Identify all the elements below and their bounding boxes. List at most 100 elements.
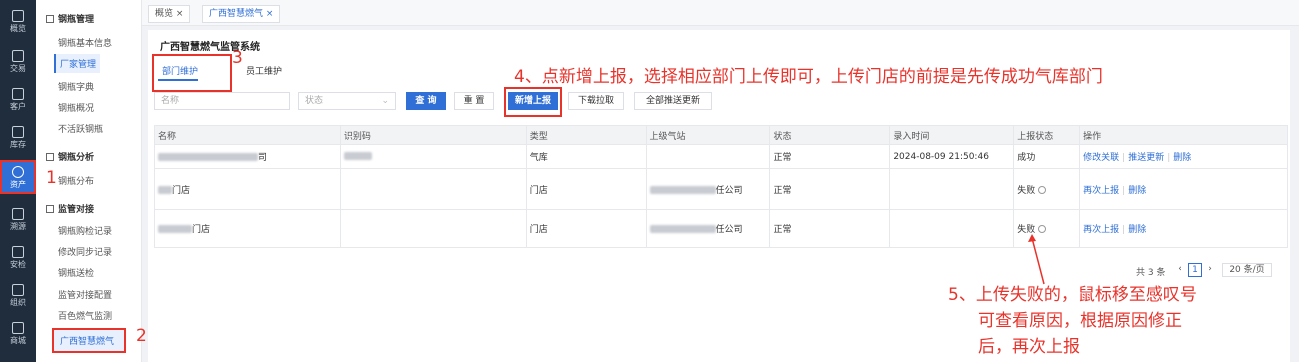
- col-header: 状态: [769, 125, 891, 145]
- next-page-icon[interactable]: ›: [1204, 263, 1216, 277]
- cell-name: 门店: [154, 209, 341, 248]
- push-all-button[interactable]: 全部推送更新: [634, 92, 712, 110]
- cell-time: [889, 168, 1015, 210]
- prev-page-icon[interactable]: ‹: [1174, 263, 1186, 277]
- new-report-button[interactable]: 新增上报: [508, 92, 558, 110]
- arrow-head: [1028, 234, 1036, 242]
- resubmit-button[interactable]: 再次上报: [1083, 186, 1119, 196]
- sidebar-item[interactable]: 不活跃钢瓶: [58, 122, 103, 135]
- name-search-input[interactable]: 名称: [154, 92, 290, 110]
- group-icon: [46, 205, 54, 213]
- icon-rail: 概览 交易 客户 库存 资产 溯源 安检 组织 商城: [0, 0, 36, 362]
- main-card: 广西智慧燃气监管系统 部门维护 3 员工维护 4、点新增上报，选择相应部门上传即…: [148, 30, 1290, 362]
- rail-item-asset[interactable]: 资产: [0, 160, 36, 194]
- sidebar-item[interactable]: 钢瓶分布: [58, 174, 94, 187]
- dashboard-icon: [12, 10, 24, 22]
- rail-item-trace[interactable]: 溯源: [0, 204, 36, 238]
- redacted-text: [158, 185, 172, 194]
- report-status-text: 失败: [1017, 185, 1036, 196]
- status-placeholder: 状态: [305, 96, 324, 106]
- group-icon: [46, 153, 54, 161]
- cell-status: 正常: [769, 209, 891, 248]
- table-header-row: 名称 识别码 类型 上级气站 状态 录入时间 上报状态 操作: [154, 125, 1288, 145]
- sidebar-item[interactable]: 修改同步记录: [58, 245, 112, 258]
- sidebar-item[interactable]: 百色燃气监测: [58, 309, 112, 322]
- rail-label: 资产: [10, 180, 26, 189]
- cell-name: 门店: [154, 168, 341, 210]
- tab-guangxi-gas[interactable]: 广西智慧燃气 ×: [202, 5, 281, 23]
- sidebar-item[interactable]: 钢瓶送检: [58, 266, 94, 279]
- query-button[interactable]: 查 询: [406, 92, 446, 110]
- delete-button[interactable]: 删除: [1128, 225, 1146, 235]
- info-icon[interactable]: [1038, 185, 1047, 194]
- safety-icon: [12, 246, 24, 258]
- col-header: 识别码: [339, 125, 527, 145]
- cell-actions: 再次上报 | 删除: [1079, 168, 1288, 210]
- cell-status: 正常: [769, 144, 891, 169]
- divider: |: [1122, 153, 1126, 163]
- table-row[interactable]: 门店 门店 任公司 正常 失败 再次上报 | 删除: [154, 168, 1288, 210]
- divider: |: [1122, 225, 1126, 235]
- rail-item-inventory[interactable]: 库存: [0, 122, 36, 156]
- group-label: 监管对接: [58, 205, 95, 215]
- cell-code: [339, 168, 527, 210]
- edit-link-button[interactable]: 修改关联: [1083, 153, 1119, 163]
- annotation-number-3: 3: [232, 48, 243, 68]
- redacted-text: [649, 185, 716, 194]
- cell-text: 任公司: [715, 225, 743, 235]
- cell-parent: [645, 144, 771, 169]
- cell-parent: 任公司: [645, 168, 771, 210]
- cell-type: 门店: [525, 209, 647, 248]
- tab-overview[interactable]: 概览 ×: [148, 5, 191, 23]
- resubmit-button[interactable]: 再次上报: [1083, 225, 1119, 235]
- sidebar-item[interactable]: 钢瓶基本信息: [58, 36, 112, 49]
- chevron-down-icon: ⌄: [381, 96, 389, 106]
- sidebar-item[interactable]: 钢瓶购检记录: [58, 224, 112, 237]
- page-number-button[interactable]: 1: [1188, 263, 1202, 277]
- sidebar-item[interactable]: 监管对接配置: [58, 288, 112, 301]
- sidebar-group-analysis[interactable]: 钢瓶分析: [46, 150, 94, 163]
- rail-item-safety[interactable]: 安检: [0, 242, 36, 276]
- cell-status: 正常: [769, 168, 891, 210]
- push-update-button[interactable]: 推送更新: [1128, 153, 1164, 163]
- cell-parent: 任公司: [645, 209, 771, 248]
- sidebar-group-regulation[interactable]: 监管对接: [46, 202, 94, 215]
- rail-item-overview[interactable]: 概览: [0, 6, 36, 40]
- active-tab-indicator: [158, 79, 198, 81]
- cell-text: 司: [258, 153, 268, 163]
- cell-report-status: 成功: [1013, 144, 1081, 169]
- cell-type: 门店: [525, 168, 647, 210]
- rail-item-org[interactable]: 组织: [0, 280, 36, 314]
- table-row[interactable]: 司 气库 正常 2024-08-09 21:50:46 成功 修改关联 | 推送更新…: [154, 144, 1288, 169]
- tab-employee[interactable]: 员工维护: [246, 64, 282, 77]
- reset-button[interactable]: 重 置: [454, 92, 494, 110]
- rail-item-trade[interactable]: 交易: [0, 46, 36, 80]
- status-select[interactable]: 状态 ⌄: [298, 92, 396, 110]
- download-button[interactable]: 下载拉取: [568, 92, 624, 110]
- rail-label: 概览: [10, 24, 26, 33]
- redacted-text: [158, 153, 258, 161]
- sidebar-group-cylinder[interactable]: 钢瓶管理: [46, 12, 94, 25]
- arrow-line: [1031, 237, 1045, 285]
- rail-item-mall[interactable]: 商城: [0, 318, 36, 352]
- sidebar-item[interactable]: 钢瓶概况: [58, 101, 94, 114]
- delete-button[interactable]: 删除: [1173, 153, 1191, 163]
- page-size-select[interactable]: 20 条/页: [1222, 263, 1272, 277]
- sidebar-item-active[interactable]: 厂家管理: [54, 54, 101, 73]
- col-header: 操作: [1079, 125, 1288, 145]
- tab-department[interactable]: 部门维护: [162, 64, 198, 77]
- sidebar-item[interactable]: 钢瓶字典: [58, 80, 94, 93]
- cell-text: 门店: [192, 225, 211, 235]
- rail-label: 安检: [10, 260, 26, 269]
- cell-code: [339, 144, 527, 169]
- table-row[interactable]: 门店 门店 任公司 正常 失败 再次上报 | 删除: [154, 209, 1288, 248]
- annotation-number-1: 1: [46, 168, 57, 188]
- delete-button[interactable]: 删除: [1128, 186, 1146, 196]
- rail-item-customer[interactable]: 客户: [0, 84, 36, 118]
- cell-report-status: 失败: [1013, 168, 1081, 210]
- col-header: 录入时间: [889, 125, 1015, 145]
- redacted-text: [158, 225, 192, 233]
- divider: |: [1167, 153, 1171, 163]
- sidebar-item-guangxi-gas[interactable]: 广西智慧燃气: [52, 328, 127, 353]
- org-icon: [12, 284, 24, 296]
